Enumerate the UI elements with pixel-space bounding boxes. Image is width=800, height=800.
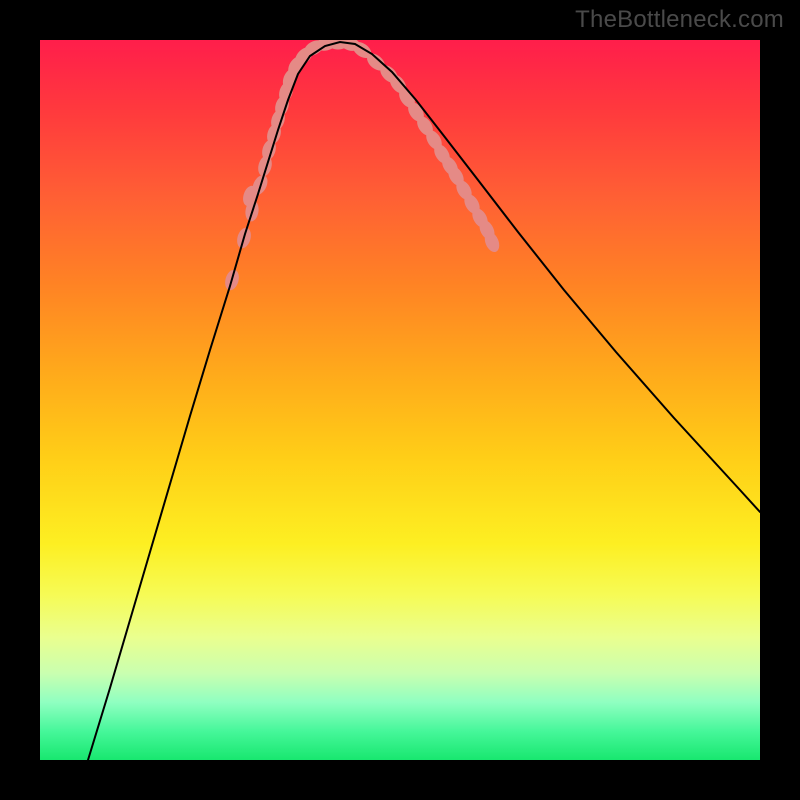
watermark-text: TheBottleneck.com bbox=[575, 6, 784, 34]
pink-marker-group bbox=[223, 40, 502, 292]
plot-area bbox=[40, 40, 760, 760]
bottleneck-curve bbox=[88, 42, 760, 760]
chart-frame: TheBottleneck.com bbox=[0, 0, 800, 800]
curve-svg bbox=[40, 40, 760, 760]
